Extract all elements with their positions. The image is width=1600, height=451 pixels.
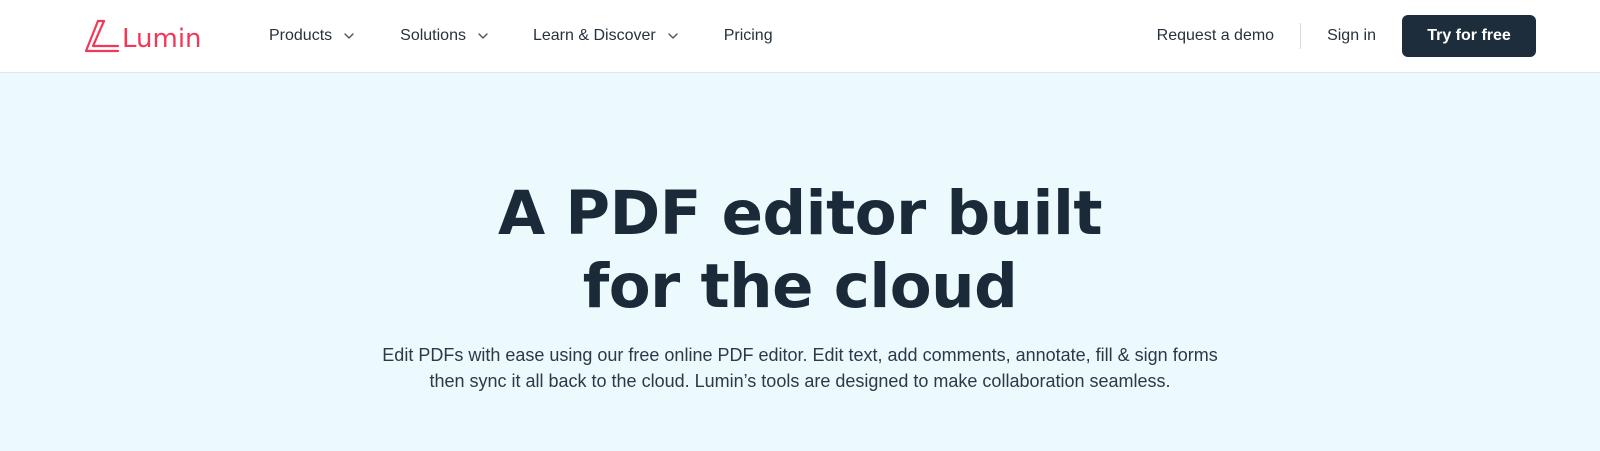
hero-title-line-2: for the cloud	[582, 251, 1018, 322]
top-header: Lumin Products Solutions Learn & Discove…	[0, 0, 1600, 73]
nav-item-label: Solutions	[400, 27, 466, 44]
hero-section: A PDF editor built for the cloud Edit PD…	[0, 73, 1600, 451]
nav-item-label: Learn & Discover	[532, 27, 656, 44]
request-demo-link[interactable]: Request a demo	[1157, 27, 1274, 45]
chevron-down-icon	[478, 33, 488, 39]
header-divider	[1300, 23, 1302, 49]
nav-item-learn-discover[interactable]: Learn & Discover	[533, 27, 679, 45]
hero-title: A PDF editor built for the cloud	[0, 177, 1600, 323]
lumin-logo[interactable]: Lumin	[84, 17, 202, 55]
chevron-down-icon	[667, 33, 678, 39]
lumin-logo-icon	[84, 19, 120, 53]
nav-item-label: Pricing	[723, 27, 773, 44]
chevron-down-icon	[344, 33, 354, 39]
header-actions: Request a demo Sign in Try for free	[1157, 0, 1536, 72]
nav-item-pricing[interactable]: Pricing	[724, 27, 773, 45]
hero-title-line-1: A PDF editor built	[497, 178, 1103, 249]
brand-name: Lumin	[122, 24, 202, 54]
hero-subtitle: Edit PDFs with ease using our free onlin…	[382, 345, 1218, 391]
sign-in-link[interactable]: Sign in	[1327, 27, 1376, 45]
nav-item-solutions[interactable]: Solutions	[400, 27, 489, 45]
try-for-free-button[interactable]: Try for free	[1402, 15, 1536, 57]
nav-item-products[interactable]: Products	[269, 27, 355, 45]
nav-item-label: Products	[269, 27, 333, 44]
main-nav: Products Solutions Learn & Discover Pric…	[269, 0, 773, 72]
